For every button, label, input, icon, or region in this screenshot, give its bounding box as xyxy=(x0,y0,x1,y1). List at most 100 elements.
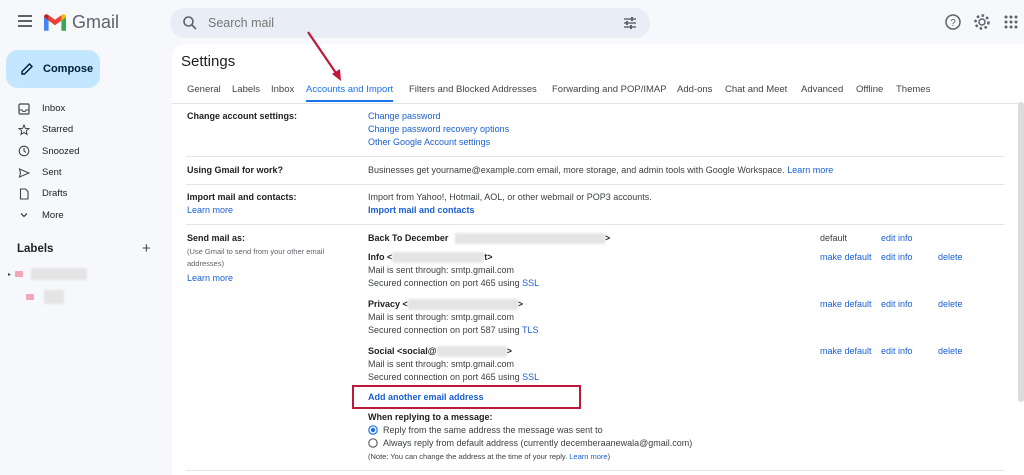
inbox-icon xyxy=(18,103,30,115)
sidebar-item-starred[interactable]: Starred xyxy=(0,119,170,140)
help-icon[interactable]: ? xyxy=(944,13,962,31)
reply-option-label: Reply from the same address the message … xyxy=(383,425,603,435)
send-mail-as-sub-line: addresses) xyxy=(187,259,225,268)
import-label: Import mail and contacts: xyxy=(187,192,297,202)
reply-note: (Note: You can change the address at the… xyxy=(368,452,610,461)
scrollbar[interactable] xyxy=(1018,102,1024,402)
redacted-label xyxy=(44,290,64,304)
make-default-link[interactable]: make default xyxy=(820,252,872,262)
radio-unchecked-icon[interactable] xyxy=(368,438,378,448)
account-suffix: > xyxy=(604,233,611,243)
sidebar: Compose Inbox Starred Snoozed Sent Draft… xyxy=(0,44,170,475)
sidebar-item-label: Drafts xyxy=(42,188,68,200)
send-mail-as-sub: (Use Gmail to send from your other email… xyxy=(187,246,324,270)
reply-option-default[interactable]: Always reply from default address (curre… xyxy=(368,438,692,448)
section-divider xyxy=(186,224,1004,225)
tab-add-ons[interactable]: Add-ons xyxy=(677,84,712,95)
tab-advanced[interactable]: Advanced xyxy=(801,84,843,95)
connection-detail: Secured connection on port 587 using TLS xyxy=(368,325,538,335)
pencil-icon xyxy=(21,63,33,75)
sidebar-item-label: Sent xyxy=(42,167,62,179)
add-another-email-link[interactable]: Add another email address xyxy=(368,392,484,402)
tab-chat-and-meet[interactable]: Chat and Meet xyxy=(725,84,787,95)
tab-inbox[interactable]: Inbox xyxy=(271,84,294,95)
reply-option-same[interactable]: Reply from the same address the message … xyxy=(368,425,603,435)
tab-labels[interactable]: Labels xyxy=(232,84,260,95)
page-title: Settings xyxy=(181,53,236,70)
change-password-link[interactable]: Change password xyxy=(368,111,441,121)
sidebar-item-drafts[interactable]: Drafts xyxy=(0,183,170,204)
settings-panel: Settings General Labels Inbox Accounts a… xyxy=(172,44,1024,475)
label-tag-icon xyxy=(15,271,24,277)
tls-link[interactable]: TLS xyxy=(522,325,539,335)
tab-filters[interactable]: Filters and Blocked Addresses xyxy=(409,84,537,95)
other-google-settings-link[interactable]: Other Google Account settings xyxy=(368,137,490,147)
change-recovery-link[interactable]: Change password recovery options xyxy=(368,124,509,134)
redacted-email xyxy=(392,252,485,264)
annotation-arrow-icon xyxy=(307,31,341,81)
ssl-link[interactable]: SSL xyxy=(522,278,539,288)
tab-themes[interactable]: Themes xyxy=(896,84,930,95)
sidebar-item-more[interactable]: More xyxy=(0,204,170,225)
sidebar-item-label: Starred xyxy=(42,124,74,136)
send-as-account: Back To December > xyxy=(368,233,611,245)
sidebar-item-sent[interactable]: Sent xyxy=(0,162,170,183)
delete-link[interactable]: delete xyxy=(938,346,963,356)
send-as-account: Privacy < > xyxy=(368,299,524,311)
make-default-link[interactable]: make default xyxy=(820,299,872,309)
delete-link[interactable]: delete xyxy=(938,252,963,262)
apps-grid-icon[interactable] xyxy=(1002,13,1020,31)
work-learn-more-link[interactable]: Learn more xyxy=(787,165,833,175)
import-description: Import from Yahoo!, Hotmail, AOL, or oth… xyxy=(368,192,652,202)
compose-label: Compose xyxy=(43,63,94,75)
tab-offline[interactable]: Offline xyxy=(856,84,883,95)
add-label-button[interactable]: + xyxy=(142,240,151,257)
search-bar[interactable] xyxy=(170,8,650,38)
svg-text:?: ? xyxy=(950,18,956,29)
redacted-email xyxy=(407,299,518,311)
import-learn-more-link[interactable]: Learn more xyxy=(187,205,233,215)
sidebar-item-label: Inbox xyxy=(42,103,66,115)
tab-general[interactable]: General xyxy=(187,84,221,95)
work-text: Businesses get yourname@example.com emai… xyxy=(368,165,785,175)
connection-detail: Secured connection on port 465 using SSL xyxy=(368,278,539,288)
edit-info-link[interactable]: edit info xyxy=(881,346,913,356)
connection-text: Secured connection on port 465 using xyxy=(368,372,523,382)
sidebar-label-item[interactable]: ▸ xyxy=(8,268,88,280)
gmail-logo[interactable]: Gmail xyxy=(44,12,119,33)
account-name: Social <social@ xyxy=(368,346,437,356)
make-default-link[interactable]: make default xyxy=(820,346,872,356)
compose-button[interactable]: Compose xyxy=(6,50,100,88)
ssl-link[interactable]: SSL xyxy=(522,372,539,382)
sidebar-nav: Inbox Starred Snoozed Sent Drafts More xyxy=(0,98,170,226)
send-icon xyxy=(18,167,30,178)
tab-accounts-and-import[interactable]: Accounts and Import xyxy=(306,84,394,102)
send-mail-as-label: Send mail as: xyxy=(187,233,246,243)
connection-detail: Secured connection on port 465 using SSL xyxy=(368,372,539,382)
send-as-account: Social <social@ > xyxy=(368,346,512,358)
sidebar-item-snoozed[interactable]: Snoozed xyxy=(0,141,170,162)
main-menu-icon[interactable] xyxy=(14,12,36,34)
section-divider xyxy=(186,184,1004,185)
delete-link[interactable]: delete xyxy=(938,299,963,309)
edit-info-link[interactable]: edit info xyxy=(881,233,913,243)
send-as-learn-more-link[interactable]: Learn more xyxy=(187,273,233,283)
settings-gear-icon[interactable] xyxy=(973,13,991,31)
default-indicator: default xyxy=(820,233,848,243)
account-suffix: > xyxy=(517,299,524,309)
sidebar-item-inbox[interactable]: Inbox xyxy=(0,98,170,119)
search-options-icon[interactable] xyxy=(622,15,638,31)
edit-info-link[interactable]: edit info xyxy=(881,299,913,309)
sidebar-label-item[interactable] xyxy=(26,290,64,304)
connection-text: Secured connection on port 465 using xyxy=(368,278,523,288)
search-input[interactable] xyxy=(208,16,608,30)
section-divider xyxy=(186,156,1004,157)
edit-info-link[interactable]: edit info xyxy=(881,252,913,262)
account-suffix: > xyxy=(506,346,512,356)
radio-checked-icon[interactable] xyxy=(368,425,378,435)
search-icon[interactable] xyxy=(182,15,198,31)
import-mail-contacts-link[interactable]: Import mail and contacts xyxy=(368,205,475,215)
redacted-email xyxy=(436,346,507,358)
reply-note-learn-more-link[interactable]: Learn more xyxy=(569,452,607,461)
tab-forwarding[interactable]: Forwarding and POP/IMAP xyxy=(552,84,667,95)
